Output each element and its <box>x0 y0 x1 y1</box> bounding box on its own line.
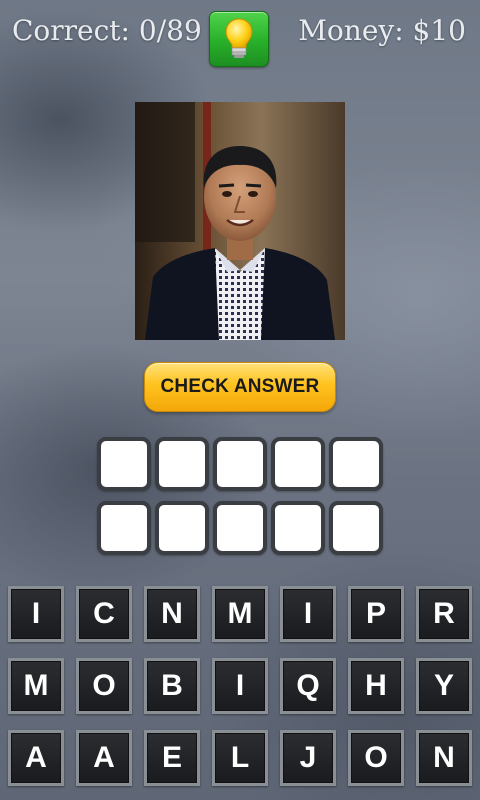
correct-counter: Correct: 0/89 <box>12 14 202 47</box>
letter-tile[interactable]: A <box>8 730 64 786</box>
letter-tile[interactable]: B <box>144 658 200 714</box>
letter-tile[interactable]: L <box>212 730 268 786</box>
letter-tile[interactable]: Q <box>280 658 336 714</box>
letter-tile[interactable]: I <box>280 586 336 642</box>
answer-slot[interactable] <box>271 501 325 555</box>
answer-slot[interactable] <box>329 437 383 491</box>
letter-tile[interactable]: O <box>348 730 404 786</box>
answer-slot[interactable] <box>271 437 325 491</box>
answer-slot[interactable] <box>155 501 209 555</box>
top-bar: Correct: 0/89 Money: $10 <box>0 0 480 68</box>
answer-slot[interactable] <box>155 437 209 491</box>
letter-tile[interactable]: M <box>8 658 64 714</box>
letter-tile[interactable]: P <box>348 586 404 642</box>
answer-slot[interactable] <box>97 437 151 491</box>
portrait-photo <box>135 102 345 340</box>
check-answer-button[interactable]: CHECK ANSWER <box>144 362 336 412</box>
letter-tile[interactable]: I <box>212 658 268 714</box>
letter-tile[interactable]: Y <box>416 658 472 714</box>
answer-slot[interactable] <box>97 501 151 555</box>
answer-slots-row-2 <box>97 501 383 555</box>
answer-slots-row-1 <box>97 437 383 491</box>
letter-row-2: M O B I Q H Y <box>8 658 472 714</box>
letter-row-3: A A E L J O N <box>8 730 472 786</box>
letter-tile[interactable]: H <box>348 658 404 714</box>
letter-tile[interactable]: N <box>416 730 472 786</box>
letter-tile[interactable]: J <box>280 730 336 786</box>
letter-tile[interactable]: N <box>144 586 200 642</box>
letter-tile[interactable]: A <box>76 730 132 786</box>
lightbulb-icon <box>225 18 253 58</box>
letter-tile[interactable]: O <box>76 658 132 714</box>
answer-slot[interactable] <box>213 501 267 555</box>
letter-tile[interactable]: I <box>8 586 64 642</box>
letter-row-1: I C N M I P R <box>8 586 472 642</box>
hint-button[interactable] <box>209 11 269 67</box>
answer-slot[interactable] <box>213 437 267 491</box>
money-counter: Money: $10 <box>298 14 466 47</box>
answer-slot[interactable] <box>329 501 383 555</box>
letter-tile[interactable]: C <box>76 586 132 642</box>
letter-tile[interactable]: E <box>144 730 200 786</box>
letter-tile[interactable]: R <box>416 586 472 642</box>
letter-tile[interactable]: M <box>212 586 268 642</box>
